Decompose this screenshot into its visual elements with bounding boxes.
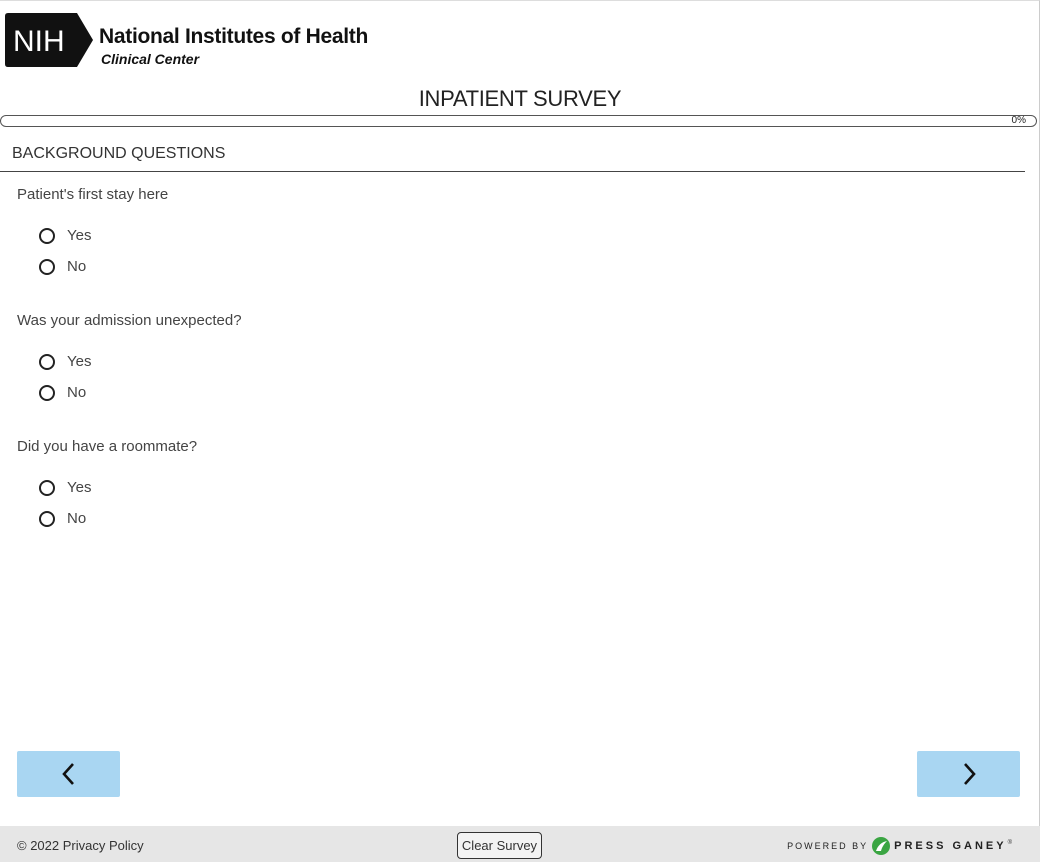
clear-survey-button[interactable]: Clear Survey [457, 832, 542, 859]
radio-button[interactable] [39, 227, 55, 244]
question-roommate: Did you have a roommate? [17, 438, 198, 455]
option-label: Yes [67, 227, 92, 244]
option-label: Yes [67, 479, 92, 496]
press-ganey-leaf-icon [872, 837, 891, 855]
option-first-stay-no[interactable]: No [39, 258, 86, 275]
org-subtitle: Clinical Center [101, 51, 200, 67]
option-roommate-yes[interactable]: Yes [39, 479, 91, 496]
chevron-left-icon [61, 763, 74, 785]
trademark-symbol: ® [1007, 840, 1012, 846]
question-first-stay: Patient's first stay here [17, 186, 169, 203]
privacy-policy-link[interactable]: © 2022 Privacy Policy [17, 838, 144, 853]
option-label: No [67, 258, 87, 275]
org-name: National Institutes of Health [99, 25, 368, 48]
back-button[interactable] [17, 751, 120, 797]
option-roommate-no[interactable]: No [39, 510, 86, 527]
radio-button[interactable] [39, 353, 55, 370]
radio-button[interactable] [39, 510, 55, 527]
option-label: No [67, 384, 87, 401]
nih-logo-mark: NIH [5, 13, 93, 67]
question-admission-unexpected: Was your admission unexpected? [17, 312, 242, 329]
option-first-stay-yes[interactable]: Yes [39, 227, 91, 244]
next-button[interactable] [917, 751, 1020, 797]
option-admission-no[interactable]: No [39, 384, 86, 401]
chevron-right-icon [963, 763, 976, 785]
vendor-name: PRESS GANEY [894, 840, 1007, 852]
logo-abbr: NIH [13, 25, 65, 58]
nih-logo: NIH National Institutes of Health Clinic… [5, 11, 368, 69]
page-title: INPATIENT SURVEY [418, 86, 622, 111]
option-label: Yes [67, 353, 92, 370]
radio-button[interactable] [39, 258, 55, 275]
progress-bar: 0% [0, 115, 1037, 127]
radio-button[interactable] [39, 384, 55, 401]
section-divider [0, 171, 1025, 172]
powered-by-press-ganey: POWERED BY PRESS GANEY ® [787, 837, 1012, 855]
footer: © 2022 Privacy Policy Clear Survey POWER… [0, 826, 1040, 862]
progress-label: 0% [1011, 115, 1026, 126]
option-label: No [67, 510, 87, 527]
powered-by-text: POWERED BY [787, 841, 869, 851]
radio-button[interactable] [39, 479, 55, 496]
section-title: BACKGROUND QUESTIONS [12, 145, 226, 162]
option-admission-yes[interactable]: Yes [39, 353, 91, 370]
